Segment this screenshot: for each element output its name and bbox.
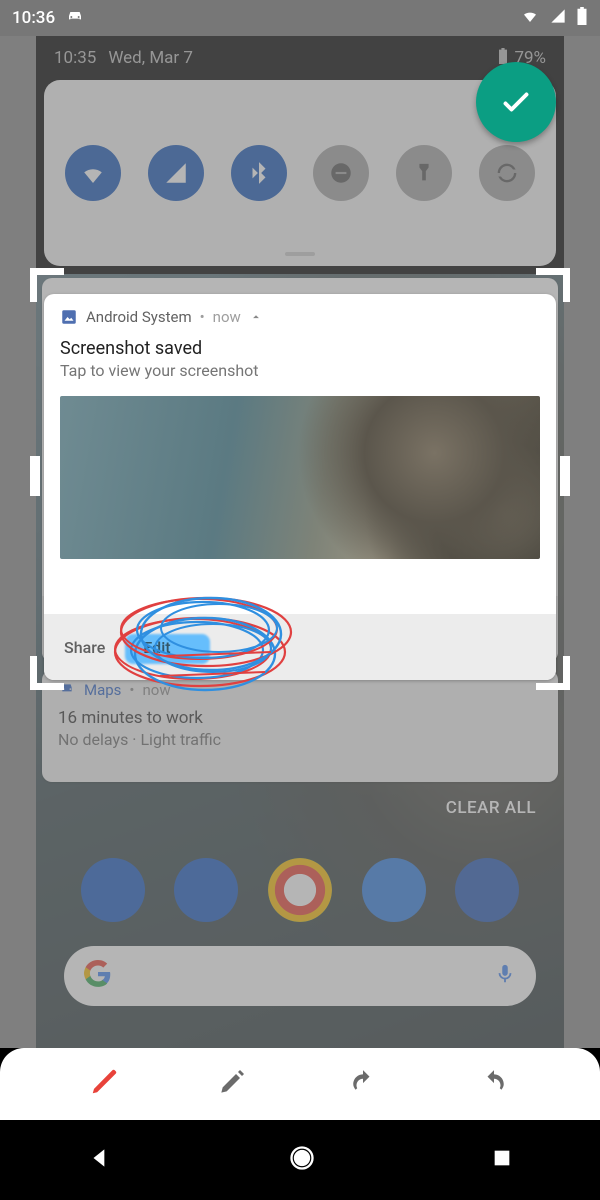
navigation-bar [0, 1120, 600, 1200]
status-time: 10:36 [12, 8, 55, 28]
circle-annotation [71, 574, 331, 684]
redo-button[interactable] [477, 1069, 511, 1099]
crop-handle-mr[interactable] [560, 456, 570, 496]
notif1-app-b: Android System [86, 308, 192, 326]
wifi-icon [520, 8, 540, 29]
notif1-sub-b: Tap to view your screenshot [44, 361, 556, 390]
pen-tool[interactable] [89, 1067, 119, 1101]
battery-icon [576, 7, 588, 30]
crop-handle-br[interactable] [534, 654, 570, 690]
crop-handle-bl[interactable] [30, 654, 66, 690]
car-icon [65, 8, 85, 29]
undo-button[interactable] [346, 1069, 380, 1099]
screen-area: 10:35 Wed, Mar 7 79% [0, 36, 600, 1048]
crop-handle-ml[interactable] [30, 456, 40, 496]
marker-tool[interactable] [216, 1066, 248, 1102]
nav-recents[interactable] [491, 1147, 513, 1173]
nav-back[interactable] [87, 1145, 113, 1175]
system-status-bar: 10:36 [0, 0, 600, 36]
edit-button[interactable]: Edit [141, 620, 168, 639]
confirm-fab[interactable] [476, 62, 556, 142]
sep-b: • [200, 308, 205, 326]
screenshot-thumbnail-b[interactable] [60, 396, 540, 559]
cell-signal-icon [550, 8, 566, 29]
crop-handle-tr[interactable] [534, 268, 570, 304]
notif1-title-b: Screenshot saved [44, 332, 556, 361]
notif1-time-b: now [213, 308, 241, 326]
nav-home[interactable] [288, 1144, 316, 1176]
markup-toolbar [0, 1048, 600, 1120]
crop-handle-tl[interactable] [30, 268, 66, 304]
